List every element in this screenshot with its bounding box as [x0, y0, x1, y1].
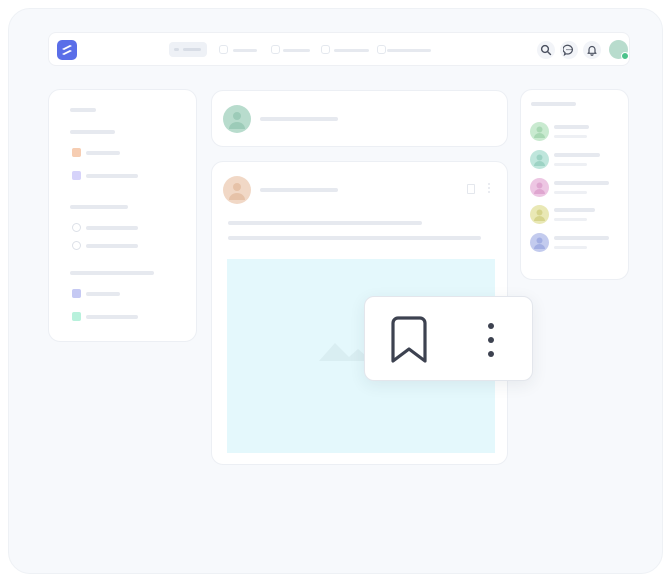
search-button[interactable]: [537, 41, 555, 59]
avatar: [530, 178, 549, 197]
search-icon: [540, 44, 552, 56]
bookmark-icon[interactable]: [389, 316, 429, 364]
messages-button[interactable]: [560, 41, 578, 59]
profile-avatar[interactable]: [609, 40, 629, 60]
nav-item-watch[interactable]: [321, 45, 371, 55]
suggestions-panel: [520, 89, 629, 280]
section-heading-placeholder: [70, 271, 154, 275]
post-text-line: [228, 221, 422, 225]
avatar: [530, 122, 549, 141]
panel-heading-placeholder: [531, 102, 576, 106]
more-vertical-icon[interactable]: [488, 183, 491, 195]
chat-icon: [563, 44, 573, 56]
more-vertical-icon[interactable]: [483, 321, 499, 359]
section-heading-placeholder: [70, 130, 115, 134]
user-icon: [72, 241, 81, 250]
composer-placeholder: [260, 117, 338, 121]
avatar: [223, 105, 251, 133]
top-navbar: [48, 32, 630, 66]
post-composer[interactable]: [211, 90, 508, 147]
nav-item-explore[interactable]: [219, 45, 259, 55]
post-actions-popup: [364, 296, 533, 381]
user-icon: [72, 223, 81, 232]
nav-item-home[interactable]: [169, 42, 207, 57]
nav-item-share[interactable]: [377, 45, 433, 55]
bookmark-icon[interactable]: [467, 184, 475, 194]
avatar: [530, 233, 549, 252]
color-dot-icon: [72, 148, 81, 157]
section-heading-placeholder: [70, 205, 128, 209]
bell-icon: [587, 45, 597, 56]
brand-logo-icon[interactable]: [57, 40, 77, 60]
flame-icon: [271, 45, 280, 54]
color-dot-icon: [72, 312, 81, 321]
compass-icon: [219, 45, 228, 54]
avatar: [530, 205, 549, 224]
post-text-line: [228, 236, 481, 240]
notifications-button[interactable]: [583, 41, 601, 59]
author-name-placeholder: [260, 188, 338, 192]
color-dot-icon: [72, 171, 81, 180]
left-sidebar: [48, 89, 197, 342]
section-heading-placeholder: [70, 108, 96, 112]
avatar: [530, 150, 549, 169]
nav-item-trending[interactable]: [271, 45, 311, 55]
color-dot-icon: [72, 289, 81, 298]
send-icon: [377, 45, 386, 54]
avatar[interactable]: [223, 176, 251, 204]
eye-icon: [321, 45, 330, 54]
